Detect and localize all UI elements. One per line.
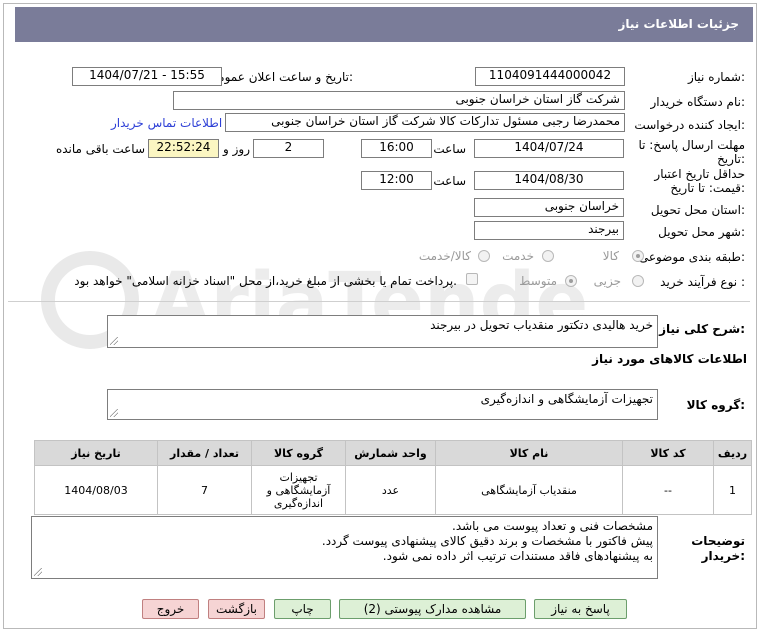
days-label: روز و [223, 142, 250, 156]
page-header: جزئیات اطلاعات نیاز [15, 7, 753, 42]
page-title: جزئیات اطلاعات نیاز [618, 17, 739, 31]
goods-group-textarea[interactable]: تجهیزات آزمایشگاهی و اندازه‌گیری [107, 389, 658, 420]
goods-group-label: گروه کالا: [686, 398, 745, 412]
cell-qty: 7 [157, 465, 252, 515]
buyer-contact-link[interactable]: اطلاعات تماس خریدار [111, 116, 222, 130]
treasury-checkbox[interactable] [466, 273, 478, 285]
notes-line: به پیشنهادهای فاقد مستندات ترتیب اثر داد… [382, 549, 653, 563]
category-radio-goods[interactable] [632, 250, 644, 262]
buyer-org-label: نام دستگاه خریدار: [650, 95, 746, 109]
divider [8, 301, 750, 302]
category-option-service: خدمت [502, 249, 534, 263]
buyer-org-field: شرکت گاز استان خراسان جنوبی [173, 91, 625, 110]
col-header-group: گروه کالا [251, 440, 346, 466]
cell-group-line: اندازه‌گیری [273, 496, 324, 510]
notes-label: توضیحات [691, 534, 745, 548]
goods-info-title: اطلاعات کالاهای مورد نیاز [592, 352, 747, 366]
process-option-minor: جزیی [593, 274, 621, 288]
cell-unit: عدد [345, 465, 436, 515]
resize-grip-icon[interactable] [110, 409, 118, 417]
validity-time-field: 12:00 [361, 171, 432, 190]
requester-field: محمدرضا رجبی مسئول تدارکات کالا شرکت گاز… [225, 113, 625, 132]
summary-label: شرح کلی نیاز: [659, 322, 745, 336]
notes-line: پیش فاکتور با مشخصات و برند دقیق کالای پ… [321, 534, 653, 548]
resize-grip-icon[interactable] [34, 568, 42, 576]
summary-text: خرید هالیدی دتکتور منقدیاب تحویل در بیرج… [430, 318, 653, 332]
col-header-qty: تعداد / مقدار [157, 440, 252, 466]
table-row[interactable]: 1 -- منقدیاب آزمایشگاهی عدد تجهیزات آزما… [34, 465, 752, 515]
col-header-unit: واحد شمارش [345, 440, 436, 466]
city-field: بیرجند [474, 221, 624, 240]
cell-row: 1 [713, 465, 752, 515]
exit-button[interactable]: خروج [142, 599, 199, 619]
process-radio-medium[interactable] [565, 275, 577, 287]
resize-grip-icon[interactable] [110, 337, 118, 345]
city-label: شهر محل تحویل: [658, 225, 745, 239]
province-label: استان محل تحویل: [650, 203, 745, 217]
category-radio-goods-service[interactable] [478, 250, 490, 262]
validity-label: حداقل تاریخ اعتبار [654, 167, 745, 181]
days-remaining-field: 2 [253, 139, 324, 158]
col-header-date: تاریخ نیاز [34, 440, 158, 466]
validity-label-date: قیمت: تا تاریخ: [670, 181, 745, 195]
table-header-row: ردیف کد کالا نام کالا واحد شمارش گروه کا… [34, 440, 752, 466]
remaining-time-field: 22:52:24 [148, 139, 219, 158]
category-radio-service[interactable] [542, 250, 554, 262]
notes-textarea[interactable]: مشخصات فنی و تعداد پیوست می باشد. پیش فا… [31, 516, 658, 579]
cell-code: -- [622, 465, 714, 515]
requester-label: ایجاد کننده درخواست: [634, 118, 745, 132]
cell-group-line: آزمایشگاهی و [266, 483, 331, 497]
cell-name: منقدیاب آزمایشگاهی [435, 465, 623, 515]
deadline-label-date: تاریخ: [717, 152, 745, 166]
validity-date-field: 1404/08/30 [474, 171, 624, 190]
process-radio-minor[interactable] [632, 275, 644, 287]
col-header-row: ردیف [713, 440, 752, 466]
notes-line: مشخصات فنی و تعداد پیوست می باشد. [452, 519, 653, 533]
goods-group-text: تجهیزات آزمایشگاهی و اندازه‌گیری [480, 392, 653, 406]
process-option-medium: متوسط [519, 274, 557, 288]
cell-date: 1404/08/03 [34, 465, 158, 515]
province-field: خراسان جنوبی [474, 198, 624, 217]
remaining-label: ساعت باقی مانده [55, 142, 145, 156]
category-option-goods-service: کالا/خدمت [418, 249, 471, 263]
deadline-date-field: 1404/07/24 [474, 139, 624, 158]
items-table: ردیف کد کالا نام کالا واحد شمارش گروه کا… [34, 440, 752, 515]
col-header-name: نام کالا [435, 440, 623, 466]
validity-time-label: ساعت [433, 174, 466, 188]
treasury-payment-text: پرداخت تمام یا بخشی از مبلغ خرید،از محل … [74, 274, 457, 288]
deadline-time-label: ساعت [433, 142, 466, 156]
announce-label: تاریخ و ساعت اعلان عمومی: [208, 70, 353, 84]
print-button[interactable]: چاپ [274, 599, 331, 619]
announce-date-field: 1404/07/21 - 15:55 [72, 67, 222, 86]
process-label: نوع فرآیند خرید : [660, 275, 745, 289]
summary-textarea[interactable]: خرید هالیدی دتکتور منقدیاب تحویل در بیرج… [107, 315, 658, 348]
category-option-goods: کالا [602, 249, 619, 263]
back-button[interactable]: بازگشت [208, 599, 265, 619]
need-number-field: 1104091444000042 [475, 67, 625, 86]
need-number-label: شماره نیاز: [687, 70, 745, 84]
deadline-label: مهلت ارسال پاسخ: تا [638, 138, 745, 152]
reply-button[interactable]: پاسخ به نیاز [534, 599, 627, 619]
cell-group: تجهیزات آزمایشگاهی و اندازه‌گیری [251, 465, 346, 515]
notes-label-buyer: خریدار: [701, 549, 745, 563]
deadline-time-field: 16:00 [361, 139, 432, 158]
view-attachments-button[interactable]: مشاهده مدارک پیوستی (2) [339, 599, 526, 619]
col-header-code: کد کالا [622, 440, 714, 466]
cell-group-line: تجهیزات [279, 470, 318, 484]
category-label: طبقه بندی موضوعی: [638, 250, 745, 264]
